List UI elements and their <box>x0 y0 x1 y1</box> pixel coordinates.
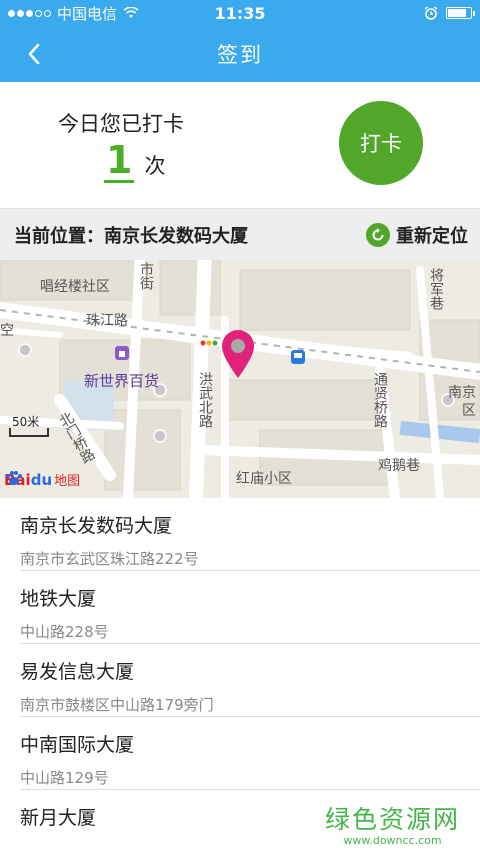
place-address: 中山路129号 <box>20 769 109 787</box>
chevron-left-icon <box>28 43 40 65</box>
map-label-nanjing: 南京 <box>448 385 476 401</box>
place-name: 易发信息大厦 <box>20 661 135 683</box>
map-scale-label: 50米 <box>12 415 40 429</box>
map-label-jiangjun: 将军巷 <box>428 268 444 310</box>
checkin-count: 1 <box>104 138 135 183</box>
watermark: 绿色资源网 www.downcc.com <box>325 800 460 847</box>
map-label-changxin: 唱经楼社区 <box>40 279 110 295</box>
map-label-zhujiang: 珠江路 <box>86 313 128 329</box>
relocate-button[interactable]: 重新定位 <box>366 222 468 248</box>
list-item[interactable]: 地铁大厦 中山路228号 <box>20 571 480 644</box>
page-title: 签到 <box>217 43 263 67</box>
map-label-hongmiao: 红庙小区 <box>236 471 292 487</box>
carrier-name: 中国电信 <box>57 4 118 23</box>
baidu-logo-du: du <box>30 470 53 489</box>
checkin-prompt: 今日您已打卡 <box>58 112 184 136</box>
nav-bar: 签到 <box>0 26 480 82</box>
map-label-shijie: 市街 <box>138 262 154 290</box>
place-address: 南京市玄武区珠江路222号 <box>20 550 199 568</box>
map-label-xinshijie: 新世界百货 <box>84 372 160 390</box>
status-left: 中国电信 <box>8 3 139 24</box>
current-location: 当前位置：南京长发数码大厦 <box>14 225 248 247</box>
back-button[interactable] <box>14 34 54 74</box>
list-item[interactable]: 中南国际大厦 中山路129号 <box>20 717 480 790</box>
map-label-tongxian: 通贤桥路 <box>372 372 388 428</box>
paw-icon <box>6 471 22 485</box>
checkin-unit: 次 <box>144 154 166 178</box>
checkin-button[interactable]: 打卡 <box>339 101 423 185</box>
status-bar: 中国电信 11:35 <box>0 0 480 26</box>
baidu-logo: Bai du 地图 <box>4 470 81 490</box>
checkin-panel: 今日您已打卡 1 次 打卡 <box>0 82 480 208</box>
location-bar: 当前位置：南京长发数码大厦 重新定位 <box>0 208 480 260</box>
alarm-clock-icon <box>424 6 438 20</box>
map-label-kong: 空 <box>0 323 14 339</box>
battery-fill <box>448 9 467 17</box>
place-name: 地铁大厦 <box>20 588 97 610</box>
baidu-logo-ditu: 地图 <box>54 474 81 489</box>
refresh-icon <box>366 222 390 247</box>
map-label-hongwu: 洪武北路 <box>197 372 213 428</box>
list-item[interactable]: 南京长发数码大厦 南京市玄武区珠江路222号 <box>20 498 480 571</box>
watermark-url: www.downcc.com <box>343 834 442 847</box>
list-item[interactable]: 易发信息大厦 南京市鼓楼区中山路179旁门 <box>20 644 480 717</box>
place-address: 中山路228号 <box>20 623 109 641</box>
status-right <box>424 6 475 20</box>
place-address: 南京市鼓楼区中山路179旁门 <box>20 696 214 714</box>
wifi-icon <box>123 7 139 18</box>
watermark-main: 绿色资源网 <box>324 805 460 834</box>
battery-icon <box>446 7 475 19</box>
signal-icon <box>8 9 51 17</box>
place-name: 中南国际大厦 <box>20 734 135 756</box>
relocate-label: 重新定位 <box>396 225 468 247</box>
place-name: 南京长发数码大厦 <box>20 515 173 537</box>
map-label-qu: 区 <box>462 403 476 419</box>
map-label-jizhan: 鸡鹅巷 <box>378 458 420 474</box>
checkin-count-row: 1 次 <box>104 140 165 183</box>
map-view[interactable]: 唱经楼社区 市街 珠江路 新世界百货 洪武北路 通贤桥路 鸡鹅巷 红庙小区 北门… <box>0 260 480 498</box>
